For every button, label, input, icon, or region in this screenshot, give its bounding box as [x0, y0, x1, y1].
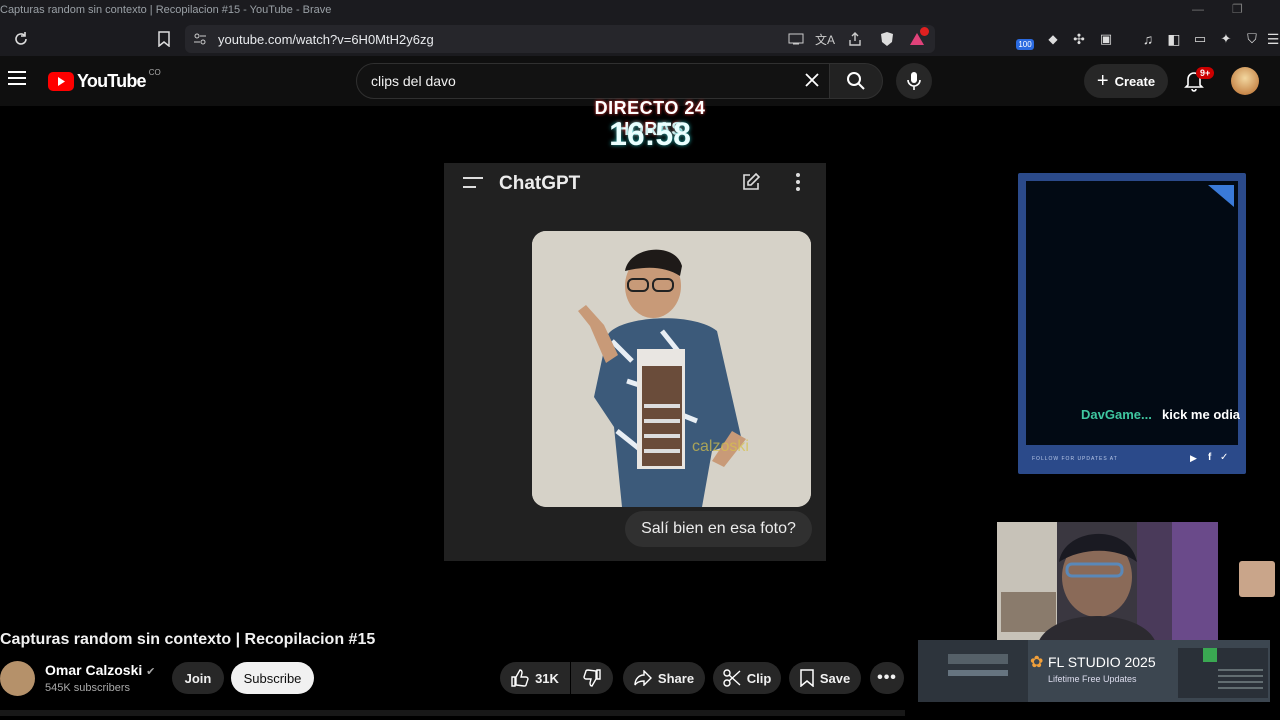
- stream-chat-window: [1026, 181, 1238, 445]
- menu-icon[interactable]: ☰: [1262, 28, 1280, 50]
- verified-icon: ✔: [146, 666, 156, 678]
- bookmark-icon[interactable]: [153, 28, 175, 50]
- search-input[interactable]: clips del davo: [356, 63, 830, 99]
- wallet-icon[interactable]: ▭: [1189, 28, 1211, 50]
- voice-search-button[interactable]: [896, 63, 932, 99]
- window-title: Capturas random sin contexto | Recopilac…: [0, 4, 332, 16]
- sidebar-icon[interactable]: ◧: [1163, 28, 1185, 50]
- daw-screenshot-illustration: [918, 640, 1270, 702]
- search-icon: [847, 72, 865, 90]
- restore-icon[interactable]: ❐: [1232, 2, 1243, 16]
- photo-watermark: calzoski: [692, 438, 749, 455]
- more-horizontal-icon: •••: [877, 669, 897, 686]
- save-button[interactable]: Save: [789, 662, 861, 694]
- join-button[interactable]: Join: [172, 662, 224, 694]
- youtube-logo[interactable]: YouTube CO: [48, 68, 161, 92]
- media-icon[interactable]: ♫: [1137, 28, 1159, 50]
- subscribe-label: Subscribe: [243, 670, 302, 686]
- chatgpt-screenshot: ChatGPT calzoski Salí bien en esa foto?: [444, 163, 826, 561]
- facebook-social-icon: f: [1208, 452, 1212, 463]
- share-icon: [634, 670, 652, 686]
- clip-button[interactable]: Clip: [713, 662, 781, 694]
- create-button[interactable]: + Create: [1084, 64, 1168, 98]
- more-options-icon: [796, 173, 800, 191]
- logo-country: CO: [148, 68, 161, 77]
- plus-icon: +: [1096, 70, 1109, 92]
- like-count: 31K: [535, 670, 559, 686]
- brave-shields-icon[interactable]: [876, 28, 898, 50]
- ad-subtitle: Lifetime Free Updates: [1048, 674, 1137, 684]
- url-text: youtube.com/watch?v=6H0MtH2y6zg: [218, 32, 434, 47]
- subscriber-count: 545K subscribers: [45, 682, 130, 694]
- extension-counter-icon[interactable]: 100: [1014, 28, 1036, 50]
- youtube-social-icon: ▶: [1190, 453, 1197, 463]
- thumbs-up-icon: [511, 669, 529, 687]
- bookmark-save-icon: [800, 669, 814, 687]
- description-box-edge: [0, 710, 905, 716]
- save-label: Save: [819, 670, 851, 686]
- leo-ai-icon[interactable]: ✦: [1215, 28, 1237, 50]
- subscribe-button[interactable]: Subscribe: [231, 662, 314, 694]
- webcam-feed: [997, 522, 1218, 646]
- logo-text: YouTube: [77, 71, 147, 91]
- extension-diamond-icon[interactable]: ◆: [1042, 28, 1064, 50]
- chat-menu-icon: [463, 177, 483, 189]
- minimize-icon[interactable]: —: [1192, 2, 1204, 16]
- chat-app-title: ChatGPT: [499, 173, 581, 194]
- share-label: Share: [657, 670, 695, 686]
- clear-search-icon[interactable]: [805, 73, 819, 87]
- more-actions-button[interactable]: •••: [870, 662, 904, 694]
- channel-name-text: Omar Calzoski: [45, 662, 143, 678]
- video-title: Capturas random sin contexto | Recopilac…: [0, 631, 376, 648]
- chat-message-bubble: Salí bien en esa foto?: [625, 511, 812, 547]
- ad-title: FL STUDIO 2025: [1048, 654, 1156, 670]
- share-button[interactable]: Share: [623, 662, 705, 694]
- dislike-button[interactable]: [571, 662, 613, 694]
- vpn-icon[interactable]: ⛉: [1241, 28, 1263, 50]
- cast-icon[interactable]: [785, 28, 807, 50]
- stream-chat-username: DavGame...: [1081, 407, 1152, 422]
- notifications-badge: 9+: [1196, 67, 1215, 79]
- live-clock: 16:58: [609, 116, 691, 152]
- corner-decoration-icon: [1208, 185, 1234, 207]
- channel-name[interactable]: Omar Calzoski ✔: [45, 662, 155, 678]
- channel-avatar[interactable]: [0, 661, 35, 696]
- search-button[interactable]: [829, 63, 883, 99]
- window-titlebar: Capturas random sin contexto | Recopilac…: [0, 0, 1280, 22]
- like-button[interactable]: 31K: [500, 662, 570, 694]
- hamburger-menu-icon[interactable]: [8, 71, 26, 85]
- extensions-icon[interactable]: ✣: [1068, 28, 1090, 50]
- translate-icon[interactable]: 文A: [814, 28, 836, 50]
- stream-chat-overlay: DavGame... kick me odia FOLLOW FOR UPDAT…: [1018, 173, 1246, 474]
- brave-rewards-icon[interactable]: [906, 27, 929, 50]
- stream-chat-message: kick me odia: [1162, 407, 1240, 422]
- shared-photo: calzoski: [532, 231, 811, 507]
- browser-toolbar: youtube.com/watch?v=6H0MtH2y6zg 文A 100 ◆…: [0, 22, 1280, 56]
- twitter-social-icon: ✓: [1220, 452, 1229, 463]
- share-page-icon[interactable]: [844, 28, 866, 50]
- follow-updates-text: FOLLOW FOR UPDATES AT: [1032, 456, 1118, 462]
- person-photo-illustration: calzoski: [532, 231, 811, 507]
- create-label: Create: [1114, 73, 1156, 89]
- scissors-icon: [723, 669, 741, 687]
- screenshot-icon[interactable]: ▣: [1095, 28, 1117, 50]
- microphone-icon: [907, 72, 921, 90]
- new-chat-icon: [741, 172, 761, 192]
- fl-studio-logo-icon: ✿: [1030, 654, 1044, 671]
- site-settings-icon[interactable]: [193, 32, 207, 46]
- small-thumbnail-image: [1239, 561, 1275, 597]
- account-avatar[interactable]: [1231, 67, 1259, 95]
- webcam-person-illustration: [997, 522, 1218, 646]
- fl-studio-ad-banner[interactable]: ✿ FL STUDIO 2025 Lifetime Free Updates: [918, 640, 1270, 702]
- search-query: clips del davo: [371, 73, 456, 89]
- join-label: Join: [184, 670, 212, 686]
- youtube-play-icon: [48, 72, 74, 91]
- thumbs-down-icon: [583, 669, 601, 687]
- clip-label: Clip: [746, 670, 772, 686]
- reload-icon[interactable]: [10, 28, 32, 50]
